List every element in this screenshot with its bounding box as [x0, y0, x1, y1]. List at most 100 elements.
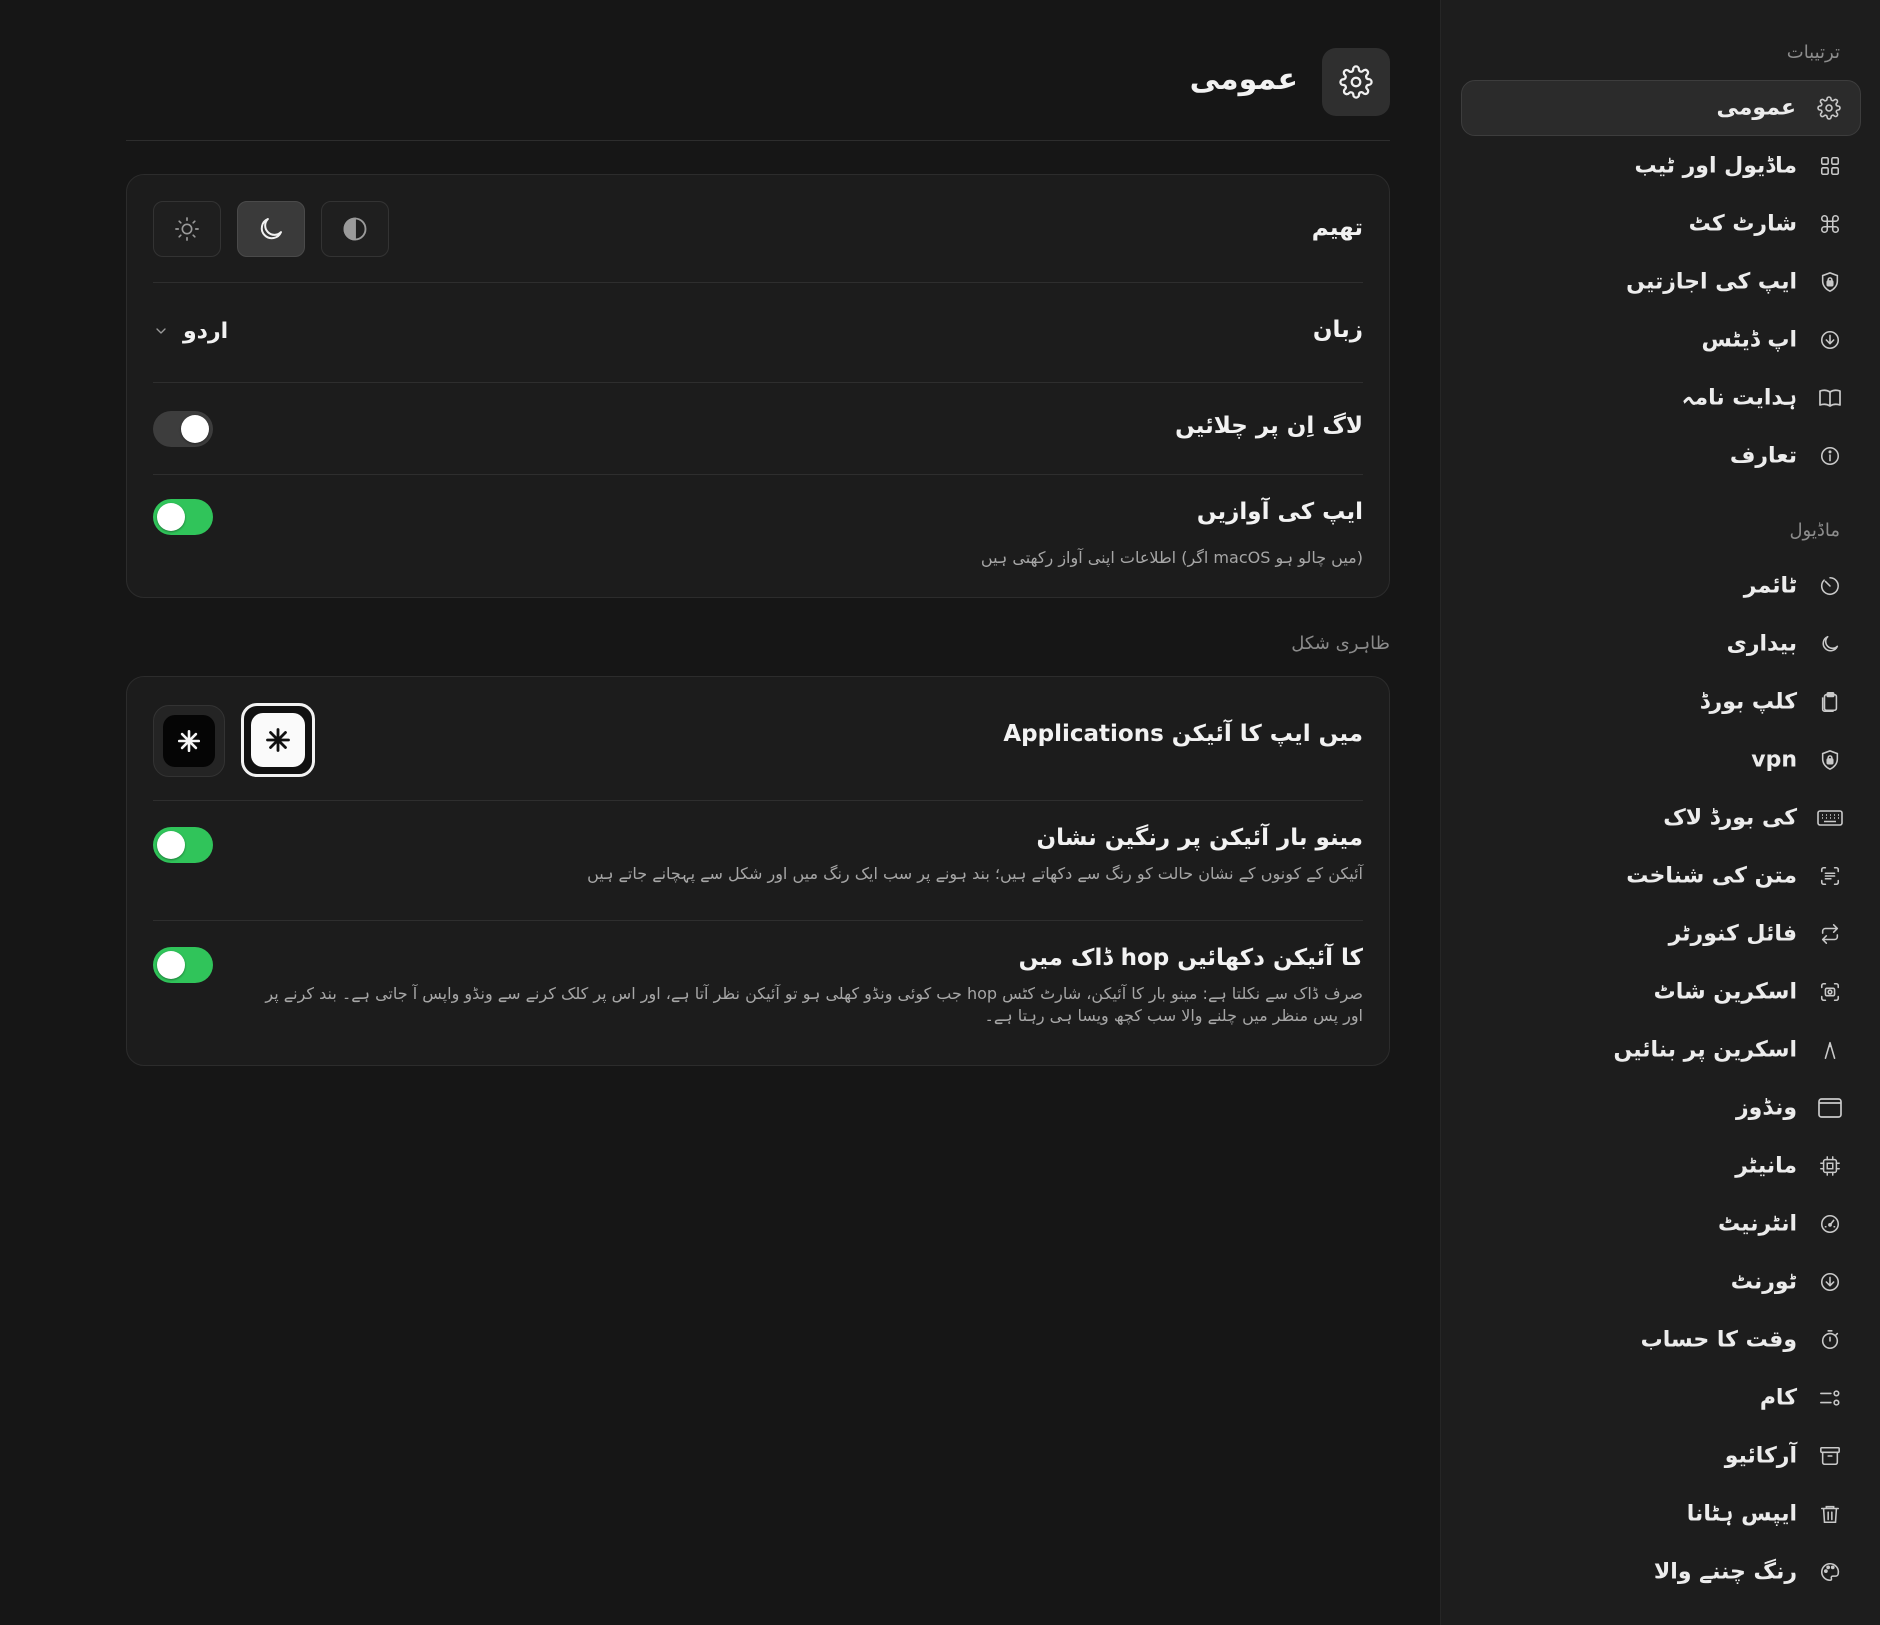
sidebar-item-label: شارٹ کٹ [1688, 211, 1797, 237]
theme-contrast-button[interactable] [321, 201, 389, 257]
theme-dark-button[interactable] [237, 201, 305, 257]
sidebar-item-awake[interactable]: بیداری [1461, 616, 1861, 672]
pen-icon [1817, 1037, 1843, 1063]
moon-icon [256, 214, 286, 244]
general-settings-card: تھیم زبان اردو لاگ اِن پر چلائیں ایپ کی … [126, 174, 1390, 598]
dock-icon-description-line1: جب کوئی ونڈو کھلی ہو تو آئیکن نظر آتا ہے… [265, 984, 1363, 1003]
timer-icon [1817, 573, 1843, 599]
contrast-icon [341, 215, 369, 243]
app-sounds-row: ایپ کی آوازیں اطلاعات اپنی آواز رکھتی ہی… [153, 475, 1363, 597]
dock-icon-toggle[interactable] [153, 947, 213, 983]
sidebar-item-label: آرکائیو [1724, 1443, 1797, 1469]
sidebar-item-vpn[interactable]: vpn [1461, 732, 1861, 788]
archive-icon [1817, 1443, 1843, 1469]
sidebar-item-clipboard[interactable]: کلپ بورڈ [1461, 674, 1861, 730]
language-row: زبان اردو [153, 283, 1363, 383]
sidebar-item-internet[interactable]: انٹرنیٹ [1461, 1196, 1861, 1252]
moon-icon [1817, 631, 1843, 657]
sidebar-item-label: ٹورنٹ [1730, 1269, 1797, 1295]
language-select[interactable]: اردو [153, 313, 228, 349]
sidebar-item-label: ونڈوز [1736, 1095, 1797, 1121]
sidebar-item-label: کلپ بورڈ [1699, 689, 1797, 715]
language-label: زبان [1312, 317, 1363, 343]
app-sounds-label: ایپ کی آوازیں [1196, 499, 1363, 525]
modules-section-heading: ماڈیول [1789, 520, 1840, 541]
app-icon-row: Applications میں ایپ کا آئیکن [153, 677, 1363, 801]
colored-menubar-toggle[interactable] [153, 827, 213, 863]
sidebar-item-text-recognition[interactable]: متن کی شناخت [1461, 848, 1861, 904]
theme-light-button[interactable] [153, 201, 221, 257]
gear-icon [1816, 95, 1842, 121]
light-app-icon-option[interactable] [241, 703, 315, 777]
theme-row: تھیم [153, 175, 1363, 283]
sidebar-item-label: vpn [1751, 747, 1797, 773]
page-title: عمومی [1189, 62, 1298, 97]
sidebar-item-color-picker[interactable]: رنگ چننے والا [1461, 1544, 1861, 1600]
sidebar-item-keyboard-lock[interactable]: کی بورڈ لاک [1461, 790, 1861, 846]
light-app-icon [251, 713, 305, 767]
sidebar-item-uninstall-apps[interactable]: ایپس ہٹانا [1461, 1486, 1861, 1542]
shield-lock-icon [1817, 747, 1843, 773]
sidebar-item-archive[interactable]: آرکائیو [1461, 1428, 1861, 1484]
toggle-knob [157, 831, 185, 859]
sidebar-item-permissions[interactable]: ایپ کی اجازتیں [1461, 254, 1861, 310]
sidebar-item-label: عمومی [1716, 95, 1796, 121]
book-icon [1817, 385, 1843, 411]
stopwatch-icon [1817, 1327, 1843, 1353]
sidebar-item-label: انٹرنیٹ [1718, 1211, 1797, 1237]
sidebar-item-updates[interactable]: اپ ڈیٹس [1461, 312, 1861, 368]
dock-icon-row: ڈاک میں hop کا آئیکن دکھائیں جب کوئی ونڈ… [153, 921, 1363, 1065]
colored-menubar-description: آئیکن کے کونوں کے نشان حالت کو رنگ سے دک… [587, 864, 1363, 883]
app-sounds-description: اطلاعات اپنی آواز رکھتی ہیں (اگر macOS م… [980, 548, 1363, 567]
grid-icon [1817, 153, 1843, 179]
sidebar-item-monitor[interactable]: مانیٹر [1461, 1138, 1861, 1194]
launch-at-login-row: لاگ اِن پر چلائیں [153, 383, 1363, 475]
text-scan-icon [1817, 863, 1843, 889]
sidebar-item-screenshot[interactable]: اسکرین شاٹ [1461, 964, 1861, 1020]
appearance-section-label: ظاہری شکل [1291, 633, 1390, 654]
camera-icon [1817, 979, 1843, 1005]
sidebar-item-timer[interactable]: ٹائمر [1461, 558, 1861, 614]
dark-app-icon-option[interactable] [153, 705, 225, 777]
sidebar-item-label: اسکرین پر بنائیں [1613, 1037, 1797, 1063]
chevron-down-icon [153, 323, 169, 339]
sidebar-item-modules-tabs[interactable]: ماڈیول اور ٹیب [1461, 138, 1861, 194]
sidebar-item-torrent[interactable]: ٹورنٹ [1461, 1254, 1861, 1310]
app-sounds-toggle[interactable] [153, 499, 213, 535]
sidebar-item-file-converter[interactable]: فائل کنورٹر [1461, 906, 1861, 962]
download-circle-icon [1817, 327, 1843, 353]
colored-menubar-label: مینو بار آئیکن پر رنگین نشان [1036, 825, 1363, 851]
dock-icon-description-line2: اور پس منظر میں چلنے والا سب کچھ ویسا ہی… [984, 1006, 1363, 1025]
colored-menubar-row: مینو بار آئیکن پر رنگین نشان آئیکن کے کو… [153, 801, 1363, 921]
launch-at-login-toggle[interactable] [153, 411, 213, 447]
sidebar-item-label: مانیٹر [1735, 1153, 1797, 1179]
sidebar-item-guide[interactable]: ہدایت نامہ [1461, 370, 1861, 426]
tasks-icon [1817, 1385, 1843, 1411]
settings-section-heading: ترتیبات [1786, 42, 1840, 63]
window-icon [1817, 1095, 1843, 1121]
trash-icon [1817, 1501, 1843, 1527]
sidebar-item-tasks[interactable]: کام [1461, 1370, 1861, 1426]
sidebar: ترتیبات عمومی ماڈیول اور ٹیب شارٹ کٹ ایپ… [1440, 0, 1880, 1625]
chip-icon [1817, 1153, 1843, 1179]
gear-icon [1322, 48, 1390, 116]
toggle-knob [181, 415, 209, 443]
shield-lock-icon [1817, 269, 1843, 295]
sidebar-item-label: کی بورڈ لاک [1663, 805, 1797, 831]
main-pane: عمومی تھیم زبان اردو لاگ اِن پر چلائیں ا… [0, 0, 1440, 1625]
sidebar-item-windows[interactable]: ونڈوز [1461, 1080, 1861, 1136]
sidebar-item-general[interactable]: عمومی [1461, 80, 1861, 136]
language-value: اردو [183, 318, 229, 344]
info-icon [1817, 443, 1843, 469]
page-header: عمومی [126, 48, 1390, 141]
sidebar-item-label: فائل کنورٹر [1668, 921, 1797, 947]
sidebar-item-label: ایپس ہٹانا [1686, 1501, 1797, 1527]
sidebar-item-label: بیداری [1726, 631, 1797, 657]
sidebar-item-shortcuts[interactable]: شارٹ کٹ [1461, 196, 1861, 252]
toggle-knob [157, 503, 185, 531]
app-icon-label: Applications میں ایپ کا آئیکن [1003, 721, 1363, 747]
sidebar-item-about[interactable]: تعارف [1461, 428, 1861, 484]
sidebar-item-draw-on-screen[interactable]: اسکرین پر بنائیں [1461, 1022, 1861, 1078]
sidebar-item-time-tracking[interactable]: وقت کا حساب [1461, 1312, 1861, 1368]
keyboard-icon [1817, 805, 1843, 831]
